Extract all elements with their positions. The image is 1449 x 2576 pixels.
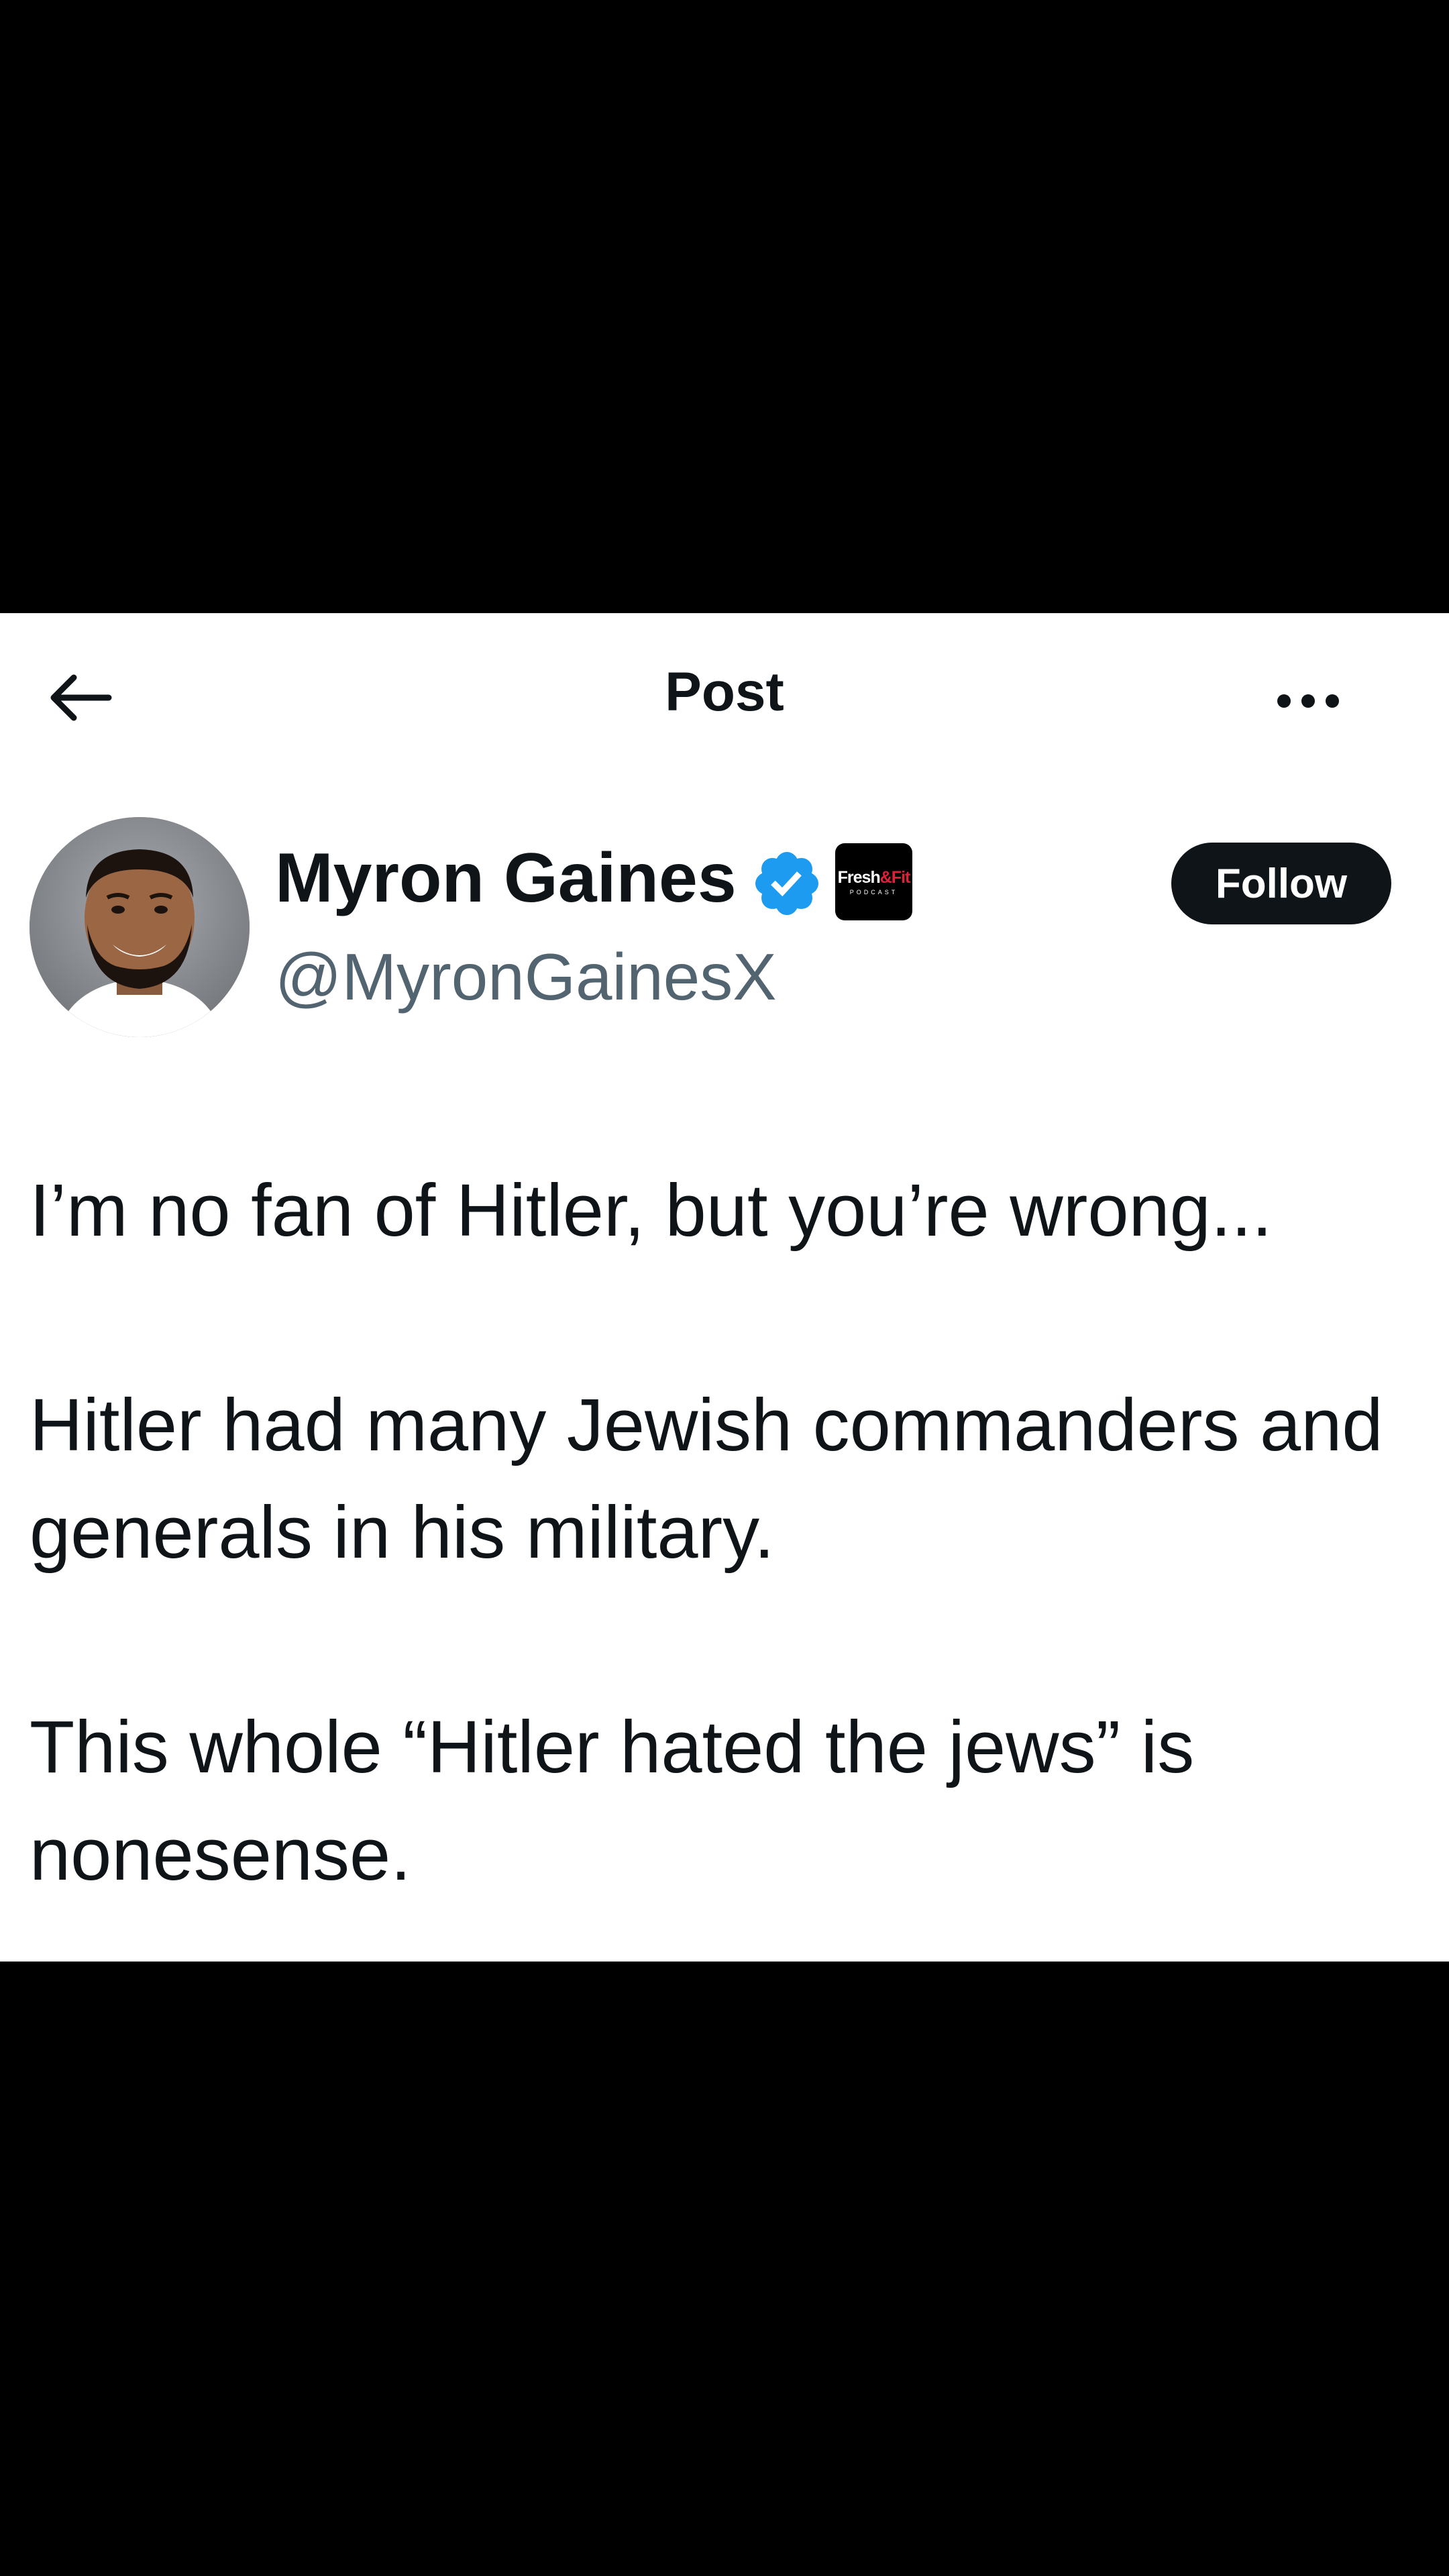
post-paragraph: Hitler had many Jewish commanders and ge… (30, 1384, 1383, 1574)
more-horizontal-icon (1277, 694, 1339, 708)
follow-button[interactable]: Follow (1171, 843, 1391, 924)
back-button[interactable] (40, 657, 121, 738)
user-handle[interactable]: @MyronGainesX (275, 939, 777, 1015)
profile-photo (30, 817, 250, 1037)
verified-badge-icon[interactable] (750, 847, 824, 920)
screen: Post Myron Gaines Fresh&Fit PODCAST @Myr… (0, 0, 1449, 2576)
more-options-button[interactable] (1261, 661, 1355, 741)
affiliate-text-amp: & (879, 868, 892, 887)
arrow-left-icon (50, 674, 112, 721)
affiliate-text-sub: PODCAST (849, 889, 898, 896)
post-text: I’m no fan of Hitler, but you’re wrong..… (30, 1157, 1411, 1909)
page-title: Post (665, 661, 784, 722)
avatar[interactable] (30, 817, 250, 1037)
affiliate-text-main: Fresh (837, 868, 881, 887)
post-paragraph: This whole “Hitler hated the jews” is no… (30, 1706, 1195, 1896)
affiliate-badge[interactable]: Fresh&Fit PODCAST (835, 843, 912, 920)
display-name[interactable]: Myron Gaines (275, 839, 737, 918)
post-paragraph: I’m no fan of Hitler, but you’re wrong..… (30, 1169, 1273, 1252)
affiliate-text-red: Fit (891, 868, 911, 887)
